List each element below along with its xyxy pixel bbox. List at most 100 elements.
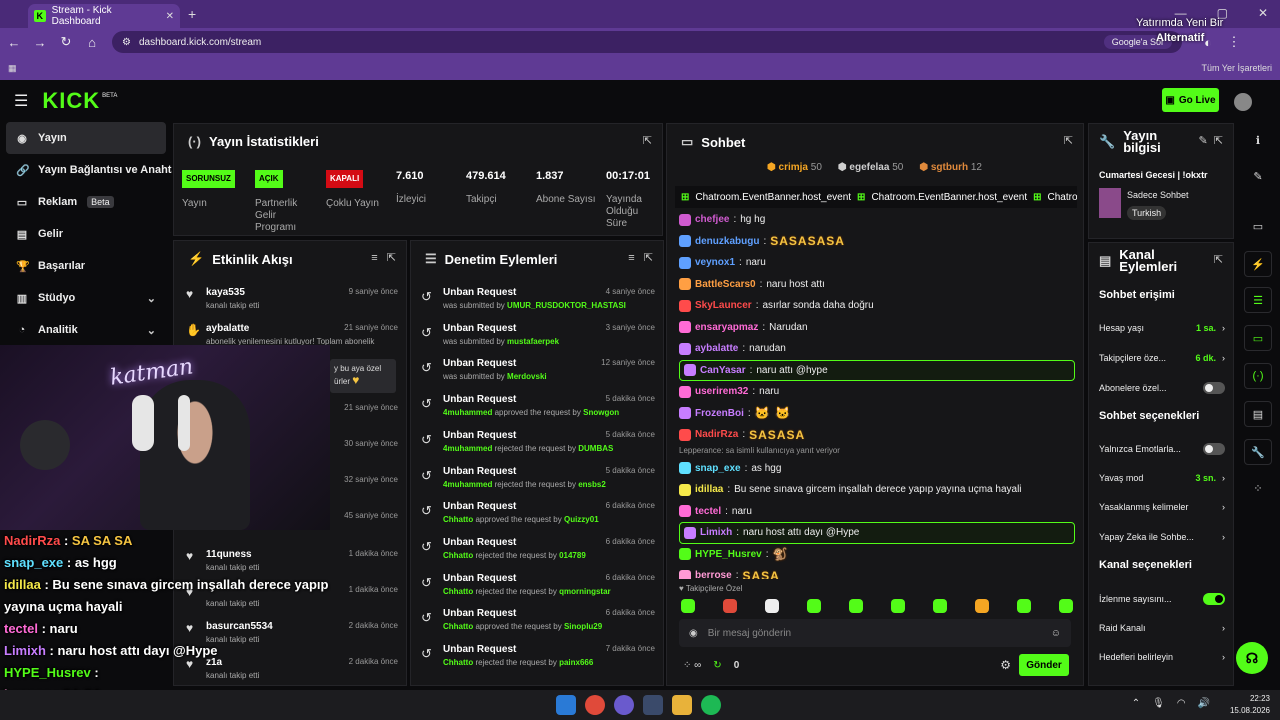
- card-icon[interactable]: ▭: [1244, 213, 1272, 239]
- chat-username[interactable]: SkyLauncer: [695, 300, 752, 311]
- chat-username[interactable]: idillaa: [695, 484, 723, 495]
- avatar[interactable]: [1234, 93, 1252, 111]
- sidebar-item-yayin[interactable]: ◉ Yayın: [6, 122, 166, 154]
- chevron-up-icon[interactable]: ⌃: [1132, 698, 1140, 709]
- activity-row[interactable]: ♥ kaya535 kanalı takip etti 9 saniye önc…: [186, 285, 398, 319]
- filter-popout-icons[interactable]: ≡ ⇱: [628, 251, 653, 264]
- home-icon[interactable]: ⌂: [80, 35, 104, 50]
- toggle-switch[interactable]: [1203, 443, 1225, 455]
- wifi-icon[interactable]: ◠: [1177, 698, 1186, 709]
- chat-message[interactable]: chefjee: hg hg: [679, 209, 1075, 231]
- moderation-row[interactable]: ↺ Unban Request 4muhammed rejected the r…: [421, 464, 655, 498]
- sidebar-item-studyo[interactable]: ▥ Stüdyo ⌄: [0, 282, 172, 314]
- filter-popout-icons[interactable]: ≡ ⇱: [371, 251, 396, 264]
- moderation-row[interactable]: ↺ Unban Request 4muhammed approved the r…: [421, 392, 655, 426]
- lightning-icon[interactable]: ⚡: [1244, 251, 1272, 277]
- chat-username[interactable]: FrozenBoi: [695, 408, 744, 419]
- chat-message[interactable]: veynox1: naru: [679, 252, 1075, 274]
- chat-message[interactable]: BattleScars0: naru host attı: [679, 274, 1075, 296]
- sidebar-item-analitik[interactable]: ◔ Analitik ⌄: [0, 314, 172, 346]
- site-info-icon[interactable]: ⚙: [122, 37, 131, 48]
- chat-username[interactable]: ensaryapmaz: [695, 322, 758, 333]
- channel-setting[interactable]: Yasaklanmış kelimeler ›: [1099, 502, 1225, 512]
- chat-username[interactable]: Limixh: [700, 527, 732, 538]
- channel-setting[interactable]: Yalnızca Emotlarla...: [1099, 443, 1225, 455]
- chat-username[interactable]: userirem32: [695, 386, 748, 397]
- chat-username[interactable]: aybalatte: [695, 343, 738, 354]
- chat-username[interactable]: berrose: [695, 570, 732, 579]
- moderation-row[interactable]: ↺ Unban Request Chhatto approved the req…: [421, 606, 655, 640]
- microphone-icon[interactable]: 🎙: [1152, 698, 1165, 709]
- popout-icon[interactable]: ⇱: [1064, 134, 1073, 147]
- channel-icon[interactable]: ▤: [1244, 401, 1272, 427]
- chat-message[interactable]: berrose: SASA: [679, 565, 1075, 579]
- sidebar-item-stream-key[interactable]: 🔗 Yayın Bağlantısı ve Anahtarı: [0, 154, 172, 186]
- emote-icon[interactable]: [807, 599, 821, 613]
- channel-setting[interactable]: Yavaş mod 3 sn. ›: [1099, 473, 1225, 483]
- forward-icon[interactable]: →: [28, 35, 52, 50]
- smiley-icon[interactable]: ☺: [1051, 628, 1061, 639]
- chat-message[interactable]: idillaa: Bu sene sınava gircem inşallah d…: [679, 479, 1075, 501]
- chat-message[interactable]: FrozenBoi: 🐱 🐱: [679, 403, 1075, 425]
- chat-username[interactable]: denuzkabugu: [695, 236, 759, 247]
- chat-message[interactable]: Limixh: naru host attı dayı @Hype: [679, 522, 1075, 544]
- send-button[interactable]: Gönder: [1019, 654, 1069, 676]
- start-icon[interactable]: [556, 695, 576, 715]
- toggle-switch[interactable]: [1203, 382, 1225, 394]
- hamburger-icon[interactable]: ☰: [14, 91, 28, 111]
- leaderboard-entry[interactable]: ⬢ sgtburh 12: [919, 162, 982, 173]
- reload-icon[interactable]: ↻: [54, 34, 78, 50]
- browser-tab[interactable]: K Stream - Kick Dashboard ✕: [28, 4, 180, 28]
- leaderboard-entry[interactable]: ⬢ egefelaa 50: [838, 162, 903, 173]
- headset-icon[interactable]: ☊: [1236, 642, 1268, 674]
- volume-icon[interactable]: 🔊: [1198, 698, 1210, 709]
- chat-input[interactable]: ◉ Bir mesaj gönderin ☺: [679, 619, 1071, 647]
- chat-message[interactable]: denuzkabugu: SASASASA: [679, 231, 1075, 253]
- toggle-switch[interactable]: [1203, 593, 1225, 605]
- channel-setting[interactable]: Takipçilere öze... 6 dk. ›: [1099, 353, 1225, 363]
- apps-icon[interactable]: ▦: [8, 63, 17, 74]
- sidebar-item-reklam[interactable]: ▭ Reklam Beta: [0, 186, 172, 218]
- points-icon[interactable]: ↻: [713, 660, 721, 671]
- moderation-row[interactable]: ↺ Unban Request Chhatto approved the req…: [421, 499, 655, 533]
- kick-logo[interactable]: KICK: [42, 88, 100, 114]
- close-icon[interactable]: ✕: [166, 11, 174, 22]
- chrome-icon[interactable]: [585, 695, 605, 715]
- chat-username[interactable]: HYPE_Husrev: [695, 549, 762, 560]
- sidebar-item-basarilar[interactable]: 🏆 Başarılar: [0, 250, 172, 282]
- channel-setting[interactable]: Hesap yaşı 1 sa. ›: [1099, 323, 1225, 333]
- emote-icon[interactable]: [681, 599, 695, 613]
- moderation-row[interactable]: ↺ Unban Request Chhatto rejected the req…: [421, 642, 655, 676]
- chat-message[interactable]: NadirRza: SASASA: [679, 424, 1075, 446]
- chat-message[interactable]: CanYasar: naru attı @hype: [679, 359, 1075, 381]
- moderation-row[interactable]: ↺ Unban Request was submitted by UMUR_RU…: [421, 285, 655, 319]
- chat-username[interactable]: tectel: [695, 506, 721, 517]
- emoji-icon[interactable]: ◉: [689, 628, 698, 639]
- moderation-row[interactable]: ↺ Unban Request Chhatto rejected the req…: [421, 535, 655, 569]
- discord-icon[interactable]: [614, 695, 634, 715]
- all-bookmarks[interactable]: Tüm Yer İşaretleri: [1201, 63, 1272, 73]
- channel-setting[interactable]: Hedefleri belirleyin ›: [1099, 652, 1225, 662]
- list-icon[interactable]: ☰: [1244, 287, 1272, 313]
- chat-username[interactable]: chefjee: [695, 214, 729, 225]
- moderation-row[interactable]: ↺ Unban Request was submitted by Merdovs…: [421, 356, 655, 390]
- chat-message[interactable]: ensaryapmaz: Narudan: [679, 317, 1075, 339]
- moderation-row[interactable]: ↺ Unban Request Chhatto rejected the req…: [421, 571, 655, 605]
- pencil-icon[interactable]: ✎: [1244, 163, 1272, 189]
- chat-message[interactable]: snap_exe: as hgg: [679, 458, 1075, 480]
- emote-icon[interactable]: [849, 599, 863, 613]
- puzzle-icon[interactable]: ⁘: [1244, 475, 1272, 501]
- channel-setting[interactable]: Raid Kanalı ›: [1099, 623, 1225, 633]
- new-tab-icon[interactable]: +: [188, 6, 196, 22]
- clock[interactable]: 22:23 15.08.2026: [1230, 693, 1270, 717]
- chat-username[interactable]: snap_exe: [695, 463, 741, 474]
- emote-icon[interactable]: [723, 599, 737, 613]
- url-field[interactable]: ⚙ dashboard.kick.com/stream Google'a Sor: [112, 31, 1182, 53]
- gear-icon[interactable]: ⚙: [1000, 658, 1011, 672]
- emote-icon[interactable]: [975, 599, 989, 613]
- channel-setting[interactable]: Abonelere özel...: [1099, 382, 1225, 394]
- moderation-row[interactable]: ↺ Unban Request was submitted by mustafa…: [421, 321, 655, 355]
- category-name[interactable]: Sadece Sohbet: [1127, 190, 1189, 200]
- emote-icon[interactable]: [891, 599, 905, 613]
- popout-icon[interactable]: ⇱: [1214, 253, 1223, 266]
